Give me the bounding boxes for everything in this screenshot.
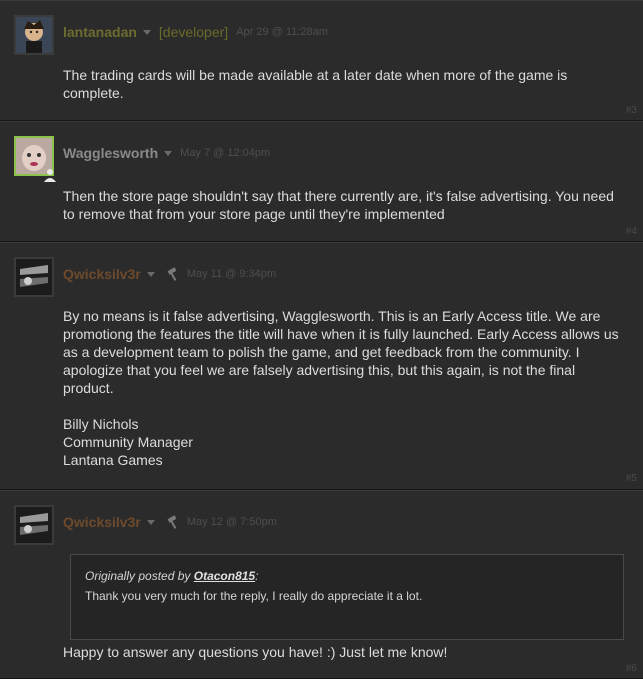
avatar[interactable]: [14, 15, 54, 55]
post-text: The trading cards will be made available…: [63, 67, 568, 101]
post-date: Apr 29 @ 11:28am: [236, 26, 328, 38]
quote-author-link[interactable]: Otacon815: [194, 569, 255, 583]
post-text: Then the store page shouldn't say that t…: [63, 188, 614, 222]
chevron-down-icon[interactable]: [146, 519, 155, 525]
chevron-down-icon[interactable]: [142, 29, 151, 35]
hammer-icon: [167, 267, 177, 281]
quote-text: Thank you very much for the reply, I rea…: [85, 589, 423, 603]
quote-header: Originally posted by Otacon815:: [85, 569, 609, 583]
chevron-down-icon[interactable]: [164, 150, 173, 156]
author-name[interactable]: Qwicksilv3r: [63, 266, 141, 282]
avatar-image: [16, 17, 52, 53]
post-number[interactable]: #5: [626, 473, 637, 484]
post-date: May 12 @ 7:50pm: [186, 516, 277, 528]
post-text: Happy to answer any questions you have! …: [63, 644, 448, 660]
comment-post: lantanadan [developer] Apr 29 @ 11:28am …: [0, 0, 643, 121]
hammer-icon: [167, 515, 177, 529]
post-date: May 11 @ 9:34pm: [186, 268, 277, 280]
avatar-image: [16, 259, 52, 295]
post-header: Wagglesworth May 7 @ 12:04pm: [63, 144, 270, 162]
quote-block: Originally posted by Otacon815: Thank yo…: [70, 554, 624, 640]
quote-suffix: :: [255, 569, 259, 583]
comment-post: Qwicksilv3r May 11 @ 9:34pm By no means …: [0, 242, 643, 490]
post-number[interactable]: #6: [626, 663, 637, 674]
author-name[interactable]: Qwicksilv3r: [63, 514, 141, 530]
post-number[interactable]: #4: [626, 226, 637, 237]
post-text: By no means is it false advertising, Wag…: [63, 308, 619, 468]
quote-prefix: Originally posted by: [85, 569, 194, 583]
comment-post: Qwicksilv3r May 12 @ 7:50pm Originally p…: [0, 490, 643, 679]
avatar-image: [16, 507, 52, 543]
avatar[interactable]: [14, 505, 54, 545]
post-header: lantanadan [developer] Apr 29 @ 11:28am: [63, 23, 328, 41]
post-header: Qwicksilv3r May 11 @ 9:34pm: [63, 265, 276, 283]
author-name[interactable]: lantanadan: [63, 24, 137, 40]
comment-post: Wagglesworth May 7 @ 12:04pm Then the st…: [0, 121, 643, 242]
post-number[interactable]: #3: [626, 105, 637, 116]
author-name[interactable]: Wagglesworth: [63, 145, 158, 161]
person-icon: [44, 169, 56, 182]
chevron-down-icon[interactable]: [146, 271, 155, 277]
post-date: May 7 @ 12:04pm: [180, 147, 271, 159]
developer-tag: [developer]: [158, 24, 229, 40]
avatar[interactable]: [14, 257, 54, 297]
post-header: Qwicksilv3r May 12 @ 7:50pm: [63, 513, 277, 531]
